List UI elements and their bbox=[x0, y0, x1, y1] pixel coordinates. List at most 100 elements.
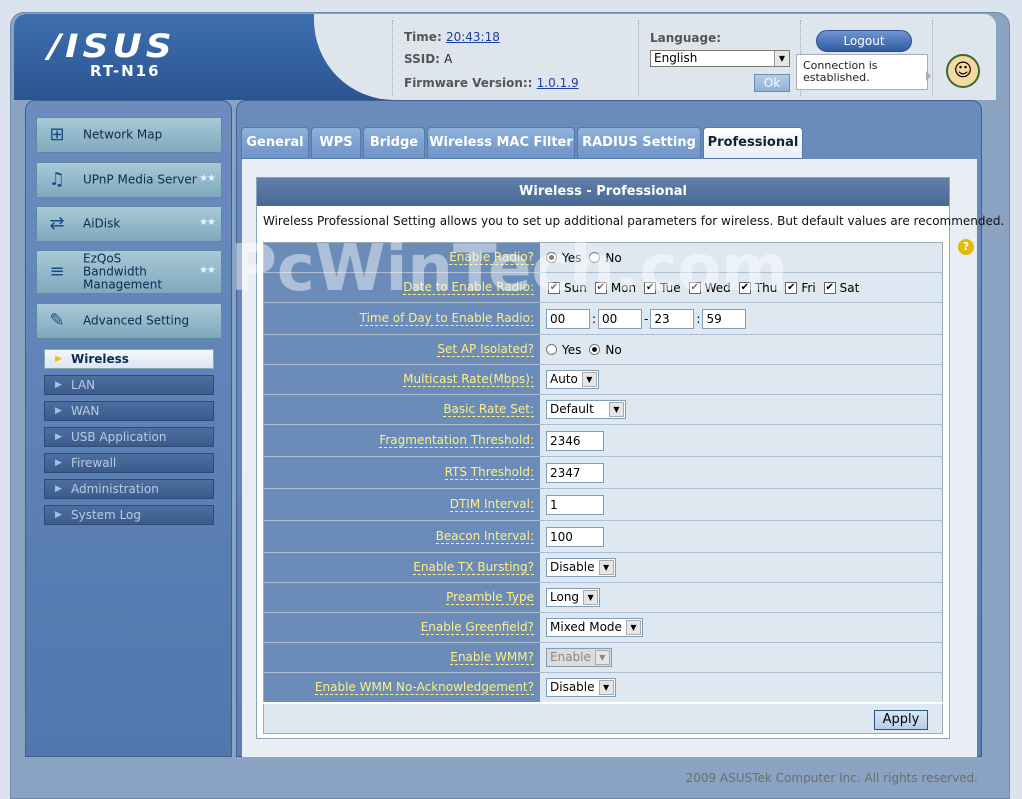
firmware-link[interactable]: 1.0.1.9 bbox=[537, 76, 579, 90]
language-label: Language: bbox=[650, 31, 722, 45]
subnav-wireless[interactable]: ▶ Wireless bbox=[44, 349, 214, 369]
subnav-usb-application[interactable]: ▶ USB Application bbox=[44, 427, 214, 447]
avatar-icon[interactable]: ☺ bbox=[946, 54, 980, 88]
settings-box: Wireless - Professional Wireless Profess… bbox=[256, 177, 1004, 739]
star-icon: ★★ bbox=[199, 265, 216, 276]
start-minute-input[interactable]: 00 bbox=[598, 308, 643, 329]
dtim-label: DTIM Interval: bbox=[449, 497, 534, 512]
nav-upnp-media-server[interactable]: ♫ UPnP Media Server ★★ bbox=[36, 162, 222, 198]
page-description: Wireless Professional Setting allows you… bbox=[263, 214, 1005, 228]
subnav-system-log[interactable]: ▶ System Log bbox=[44, 505, 214, 525]
row-beacon: Beacon Interval: 100 bbox=[264, 521, 942, 553]
day-checkbox-fri[interactable]: ✔ bbox=[785, 281, 798, 294]
header-divider bbox=[638, 20, 639, 96]
day-label: Tue bbox=[660, 280, 681, 295]
star-icon: ★★ bbox=[199, 173, 216, 184]
frag-threshold-input[interactable]: 2346 bbox=[546, 430, 604, 451]
triangle-right-icon: ▶ bbox=[55, 380, 62, 390]
ssid-value: A bbox=[444, 52, 453, 66]
day-label: Sat bbox=[839, 280, 860, 295]
time-label: Time: 20:43:18 bbox=[404, 30, 500, 44]
brand-logo: /ISUS bbox=[48, 28, 176, 65]
rts-threshold-input[interactable]: 2347 bbox=[546, 462, 604, 483]
start-hour-input[interactable]: 00 bbox=[546, 308, 590, 329]
end-minute-input[interactable]: 59 bbox=[702, 308, 747, 329]
nav-advanced-setting[interactable]: ✎ Advanced Setting bbox=[36, 303, 222, 339]
day-checkbox-wed[interactable]: ✔ bbox=[688, 281, 701, 294]
wmm-noack-label: Enable WMM No-Acknowledgement? bbox=[314, 680, 534, 695]
subnav-firewall[interactable]: ▶ Firewall bbox=[44, 453, 214, 473]
tab-professional[interactable]: Professional bbox=[703, 127, 803, 159]
row-time-enable-radio: Time of Day to Enable Radio: 00 : 00 - 2… bbox=[264, 303, 942, 335]
ap-isolated-no-radio[interactable] bbox=[589, 344, 601, 355]
subnav-lan[interactable]: ▶ LAN bbox=[44, 375, 214, 395]
day-checkbox-sun[interactable]: ✔ bbox=[548, 281, 560, 294]
day-checkbox-mon[interactable]: ✔ bbox=[594, 281, 607, 294]
tab-wps[interactable]: WPS bbox=[311, 127, 361, 159]
tab-bridge[interactable]: Bridge bbox=[363, 127, 425, 159]
day-checkbox-thu[interactable]: ✔ bbox=[738, 281, 751, 294]
greenfield-select[interactable]: Mixed Mode ▼ bbox=[546, 618, 643, 637]
dtim-input[interactable]: 1 bbox=[546, 494, 604, 515]
radio-no-label: No bbox=[605, 342, 622, 357]
triangle-right-icon: ▶ bbox=[55, 458, 62, 468]
day-label: Fri bbox=[801, 280, 816, 295]
triangle-right-icon: ▶ bbox=[55, 484, 62, 494]
row-rts-threshold: RTS Threshold: 2347 bbox=[264, 457, 942, 489]
tx-bursting-select[interactable]: Disable ▼ bbox=[546, 558, 616, 577]
row-wmm-noack: Enable WMM No-Acknowledgement? Disable ▼ bbox=[264, 673, 942, 702]
preamble-select[interactable]: Long ▼ bbox=[546, 588, 601, 607]
star-icon: ★★ bbox=[199, 217, 216, 228]
enable-radio-label: Enable Radio? bbox=[449, 250, 534, 265]
tab-wireless-mac-filter[interactable]: Wireless MAC Filter bbox=[427, 127, 575, 159]
frag-threshold-label: Fragmentation Threshold: bbox=[379, 433, 534, 448]
multicast-rate-label: Multicast Rate(Mbps): bbox=[403, 372, 534, 387]
row-multicast-rate: Multicast Rate(Mbps): Auto ▼ bbox=[264, 365, 942, 395]
radio-no-label: No bbox=[605, 250, 622, 265]
day-checkbox-sat[interactable]: ✔ bbox=[823, 281, 836, 294]
nav-ezqos[interactable]: ≡ EzQoS Bandwidth Management ★★ bbox=[36, 250, 222, 294]
day-label: Sun bbox=[564, 280, 587, 295]
row-dtim: DTIM Interval: 1 bbox=[264, 489, 942, 521]
beacon-input[interactable]: 100 bbox=[546, 526, 604, 547]
subnav-administration[interactable]: ▶ Administration bbox=[44, 479, 214, 499]
tab-general[interactable]: General bbox=[241, 127, 309, 159]
triangle-right-icon: ▶ bbox=[55, 510, 62, 520]
radio-yes-label: Yes bbox=[562, 250, 582, 265]
footer-copyright: 2009 ASUSTek Computer Inc. All rights re… bbox=[685, 771, 978, 785]
time-link[interactable]: 20:43:18 bbox=[446, 30, 500, 44]
logout-button[interactable]: Logout bbox=[816, 30, 912, 52]
ssid-label: SSID: A bbox=[404, 52, 453, 66]
subnav-wan[interactable]: ▶ WAN bbox=[44, 401, 214, 421]
basic-rate-select[interactable]: Default ▼ bbox=[546, 400, 626, 419]
chevron-down-icon: ▼ bbox=[598, 680, 614, 695]
nav-aidisk[interactable]: ⇄ AiDisk ★★ bbox=[36, 206, 222, 242]
ap-isolated-yes-radio[interactable] bbox=[546, 344, 557, 355]
apply-bar: Apply bbox=[263, 704, 943, 734]
enable-radio-no-radio[interactable] bbox=[589, 252, 601, 263]
tab-panel: ? Wireless - Professional Wireless Profe… bbox=[242, 159, 1004, 757]
triangle-right-icon: ▶ bbox=[55, 406, 62, 416]
basic-rate-label: Basic Rate Set: bbox=[443, 402, 534, 417]
time-dash: - bbox=[644, 311, 649, 326]
tab-radius-setting[interactable]: RADIUS Setting bbox=[577, 127, 701, 159]
row-frag-threshold: Fragmentation Threshold: 2346 bbox=[264, 425, 942, 457]
time-enable-radio-label: Time of Day to Enable Radio: bbox=[359, 311, 534, 326]
day-checkbox-tue[interactable]: ✔ bbox=[644, 281, 657, 294]
wmm-select: Enable ▼ bbox=[546, 648, 612, 667]
help-icon[interactable]: ? bbox=[958, 239, 974, 255]
wmm-noack-select[interactable]: Disable ▼ bbox=[546, 678, 616, 697]
end-hour-input[interactable]: 23 bbox=[650, 308, 695, 329]
nav-network-map[interactable]: ⊞ Network Map bbox=[36, 117, 222, 153]
multicast-rate-select[interactable]: Auto ▼ bbox=[546, 370, 599, 389]
apply-button[interactable]: Apply bbox=[874, 710, 928, 730]
connection-status: Connection is established. bbox=[796, 54, 931, 90]
enable-radio-yes-radio[interactable] bbox=[546, 252, 557, 263]
tx-bursting-label: Enable TX Bursting? bbox=[413, 560, 534, 575]
day-label: Thu bbox=[754, 280, 778, 295]
language-ok-button[interactable]: Ok bbox=[754, 74, 790, 92]
language-select[interactable]: English ▼ bbox=[650, 50, 790, 67]
beacon-label: Beacon Interval: bbox=[435, 529, 534, 544]
day-label: Wed bbox=[704, 280, 731, 295]
media-server-icon: ♫ bbox=[48, 169, 66, 190]
